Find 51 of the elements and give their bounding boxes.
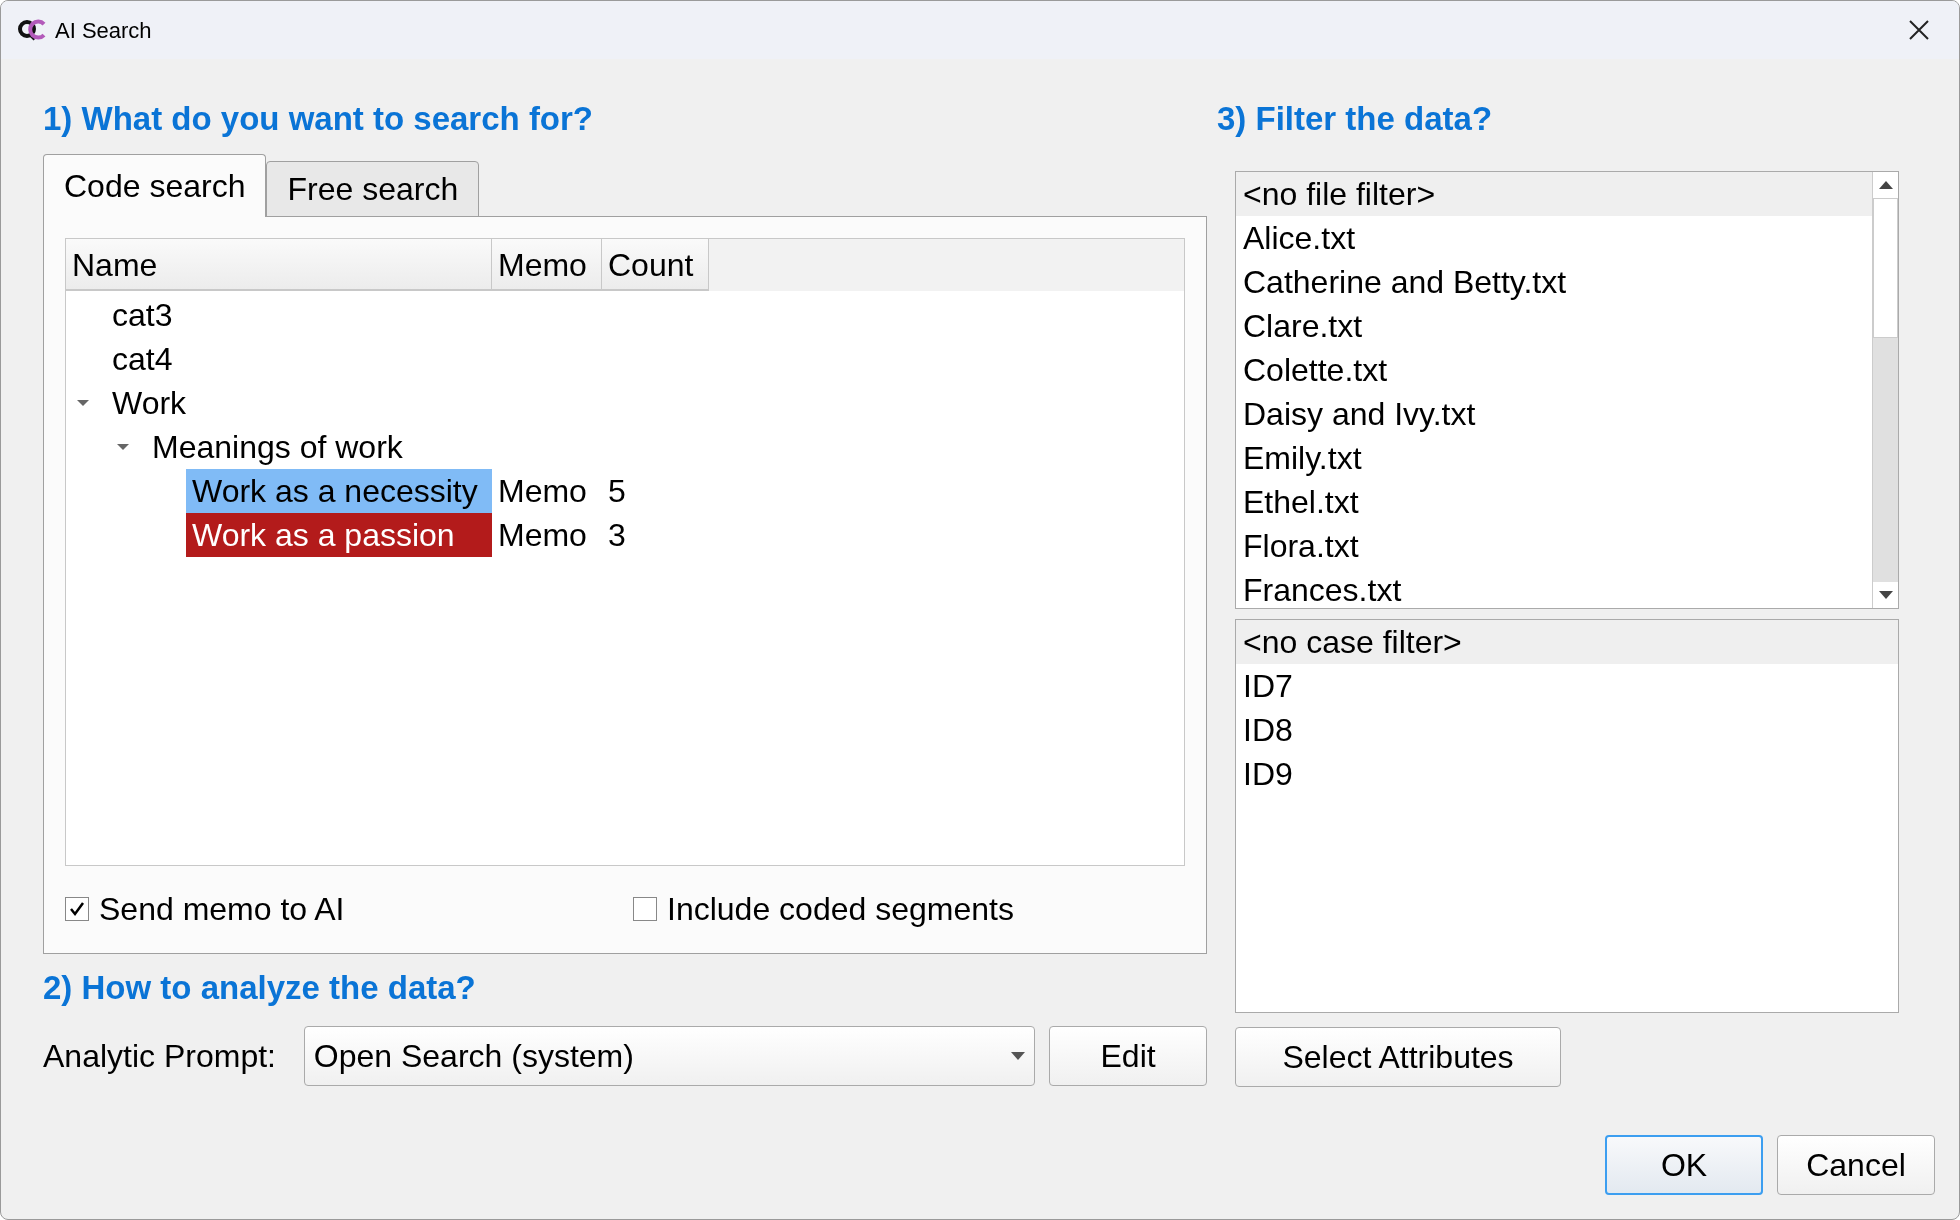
- checkbox[interactable]: [633, 897, 657, 921]
- list-item[interactable]: Daisy and Ivy.txt: [1236, 392, 1872, 436]
- list-item[interactable]: ID9: [1236, 752, 1898, 796]
- column-header[interactable]: Memo: [492, 239, 602, 291]
- column-header[interactable]: Count: [602, 239, 709, 291]
- tree-item[interactable]: cat4: [106, 337, 179, 381]
- list-item[interactable]: Ethel.txt: [1236, 480, 1872, 524]
- close-icon: [1908, 19, 1930, 41]
- list-item[interactable]: <no case filter>: [1236, 620, 1898, 664]
- count-cell: 5: [608, 473, 626, 509]
- tab[interactable]: Code search: [43, 154, 267, 217]
- list-item[interactable]: Emily.txt: [1236, 436, 1872, 480]
- list-item[interactable]: Colette.txt: [1236, 348, 1872, 392]
- list-item[interactable]: <no file filter>: [1236, 172, 1872, 216]
- list-item[interactable]: Clare.txt: [1236, 304, 1872, 348]
- list-item[interactable]: Catherine and Betty.txt: [1236, 260, 1872, 304]
- memo-cell: Memo: [498, 473, 587, 509]
- checkbox-label: Send memo to AI: [99, 890, 345, 929]
- prompt-label: Analytic Prompt:: [43, 1037, 277, 1076]
- checkbox[interactable]: [65, 897, 89, 921]
- scroll-up-arrow-icon[interactable]: [1878, 181, 1893, 189]
- tab[interactable]: Free search: [266, 161, 480, 217]
- tree-item[interactable]: Work as a passion: [186, 513, 492, 557]
- checkmark-icon: [69, 901, 85, 917]
- list-item[interactable]: Alice.txt: [1236, 216, 1872, 260]
- tree-item[interactable]: Work as a necessity: [186, 469, 492, 513]
- count-cell: 3: [608, 517, 626, 553]
- memo-cell: Memo: [498, 517, 587, 553]
- section-heading: 2) How to analyze the data?: [43, 968, 477, 1008]
- edit-button[interactable]: Edit: [1049, 1026, 1207, 1086]
- tree-item[interactable]: Work: [106, 381, 193, 425]
- list-item[interactable]: Frances.txt: [1236, 568, 1872, 612]
- column-header[interactable]: Name: [66, 239, 492, 291]
- list-item[interactable]: ID8: [1236, 708, 1898, 752]
- dialog-button[interactable]: Cancel: [1777, 1135, 1935, 1195]
- dropdown-caret-icon: [1011, 1052, 1026, 1060]
- list-item[interactable]: Flora.txt: [1236, 524, 1872, 568]
- dialog-button[interactable]: OK: [1605, 1135, 1763, 1195]
- tree-item[interactable]: Meanings of work: [146, 425, 409, 469]
- scroll-down-arrow-icon[interactable]: [1878, 591, 1893, 599]
- select-attributes-button[interactable]: Select Attributes: [1235, 1027, 1561, 1087]
- window-title: AI Search: [55, 16, 152, 45]
- section-heading: 3) Filter the data?: [1217, 99, 1494, 139]
- list-item[interactable]: ID7: [1236, 664, 1898, 708]
- dropdown-value: Open Search (system): [313, 1037, 635, 1076]
- prompt-dropdown[interactable]: Open Search (system): [303, 1026, 1036, 1086]
- scrollbar[interactable]: [1872, 172, 1898, 608]
- checkbox-label: Include coded segments: [667, 890, 1014, 929]
- tree-item[interactable]: cat3: [106, 293, 179, 337]
- section-heading: 1) What do you want to search for?: [43, 99, 595, 139]
- app-logo-icon: [17, 17, 47, 43]
